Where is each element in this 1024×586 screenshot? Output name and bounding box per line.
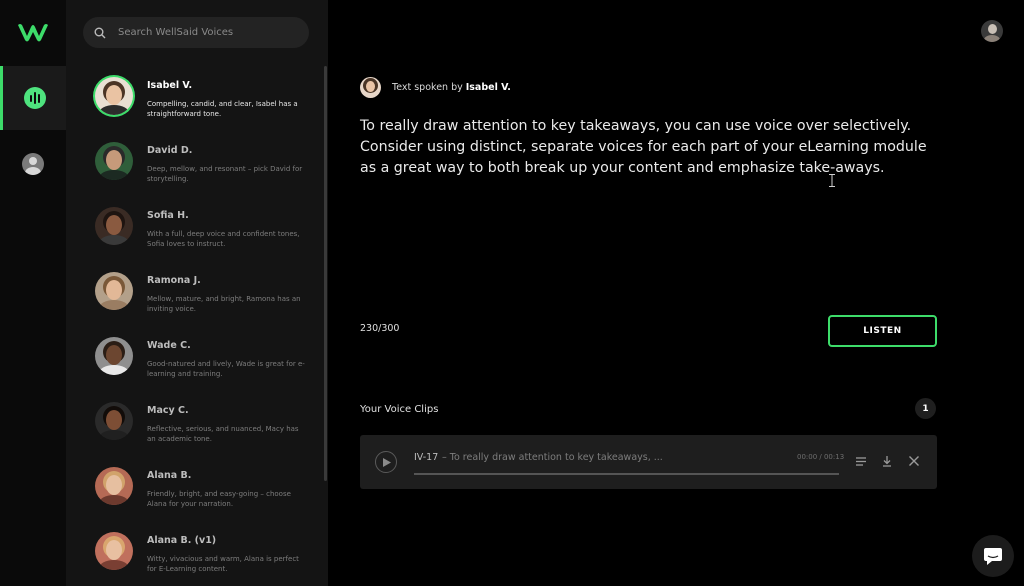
voice-waveform-icon — [23, 87, 46, 109]
voice-list-scrollbar[interactable] — [324, 66, 327, 481]
voice-description: Friendly, bright, and easy-going – choos… — [147, 490, 291, 508]
character-count: 230/300 — [360, 323, 400, 334]
spoken-by-label: Text spoken by — [392, 82, 463, 93]
voice-name: Wade C. — [147, 340, 191, 351]
voice-item-alana[interactable]: Alana B. Friendly, bright, and easy-goin… — [66, 455, 322, 520]
voice-name: Isabel V. — [147, 80, 193, 91]
avatar — [95, 532, 133, 570]
chat-button[interactable] — [972, 535, 1014, 577]
play-icon — [383, 457, 391, 467]
voice-item-alana-v1[interactable]: Alana B. (v1) Witty, vivacious and warm,… — [66, 520, 322, 585]
search-icon — [94, 27, 106, 38]
voice-clips-title: Your Voice Clips — [360, 404, 439, 415]
voice-description: Deep, mellow, and resonant – pick David … — [147, 165, 303, 183]
wellsaid-logo[interactable] — [16, 21, 50, 43]
voice-description: Witty, vivacious and warm, Alana is perf… — [147, 555, 299, 573]
search-input[interactable] — [118, 27, 298, 38]
spoken-by: Text spoken by Isabel V. — [360, 77, 511, 98]
voice-name: Alana B. — [147, 470, 192, 481]
profile-avatar[interactable] — [981, 20, 1003, 42]
voice-description: Good-natured and lively, Wade is great f… — [147, 360, 305, 378]
voice-item-sofia[interactable]: Sofia H. With a full, deep voice and con… — [66, 195, 322, 260]
voice-name: Macy C. — [147, 405, 189, 416]
voice-name: Ramona J. — [147, 275, 201, 286]
avatar — [95, 272, 133, 310]
user-icon — [22, 153, 44, 175]
voice-item-ramona[interactable]: Ramona J. Mellow, mature, and bright, Ra… — [66, 260, 322, 325]
nav-account[interactable] — [0, 132, 66, 196]
voice-panel: Isabel V. Compelling, candid, and clear,… — [66, 0, 328, 586]
search-bar[interactable] — [83, 17, 309, 48]
voice-description: Mellow, mature, and bright, Ramona has a… — [147, 295, 301, 313]
voice-description: With a full, deep voice and confident to… — [147, 230, 300, 248]
nav-voices[interactable] — [0, 66, 66, 130]
avatar — [95, 402, 133, 440]
play-button[interactable] — [375, 451, 397, 473]
clip-preview: – To really draw attention to key takeaw… — [442, 452, 663, 463]
voice-item-wade[interactable]: Wade C. Good-natured and lively, Wade is… — [66, 325, 322, 390]
avatar — [95, 337, 133, 375]
avatar — [95, 467, 133, 505]
clip-time: 00:00 / 00:13 — [797, 453, 845, 461]
voice-description: Compelling, candid, and clear, Isabel ha… — [147, 100, 298, 118]
clip-id: IV-17 — [414, 452, 439, 463]
voice-clip: IV-17 – To really draw attention to key … — [360, 435, 937, 489]
voice-name: Alana B. (v1) — [147, 535, 217, 546]
voice-name: David D. — [147, 145, 193, 156]
voice-clips-count-badge: 1 — [915, 398, 936, 419]
script-text-editor[interactable]: To really draw attention to key takeaway… — [360, 116, 935, 179]
text-cursor-icon — [829, 174, 835, 187]
app-rail — [0, 0, 66, 586]
chat-icon — [984, 547, 1002, 565]
voice-description: Reflective, serious, and nuanced, Macy h… — [147, 425, 299, 443]
avatar — [95, 207, 133, 245]
listen-button[interactable]: LISTEN — [828, 315, 937, 347]
voice-item-david[interactable]: David D. Deep, mellow, and resonant – pi… — [66, 130, 322, 195]
speaker-name: Isabel V. — [465, 82, 511, 93]
download-icon[interactable] — [880, 454, 894, 468]
avatar — [95, 77, 133, 115]
close-icon[interactable] — [907, 454, 921, 468]
menu-icon[interactable] — [854, 454, 868, 468]
voice-item-macy[interactable]: Macy C. Reflective, serious, and nuanced… — [66, 390, 322, 455]
avatar — [95, 142, 133, 180]
clip-progress-bar[interactable] — [414, 473, 839, 475]
speaker-avatar — [360, 77, 381, 98]
voice-item-isabel[interactable]: Isabel V. Compelling, candid, and clear,… — [66, 65, 322, 130]
voice-name: Sofia H. — [147, 210, 189, 221]
voice-list: Isabel V. Compelling, candid, and clear,… — [66, 65, 322, 585]
